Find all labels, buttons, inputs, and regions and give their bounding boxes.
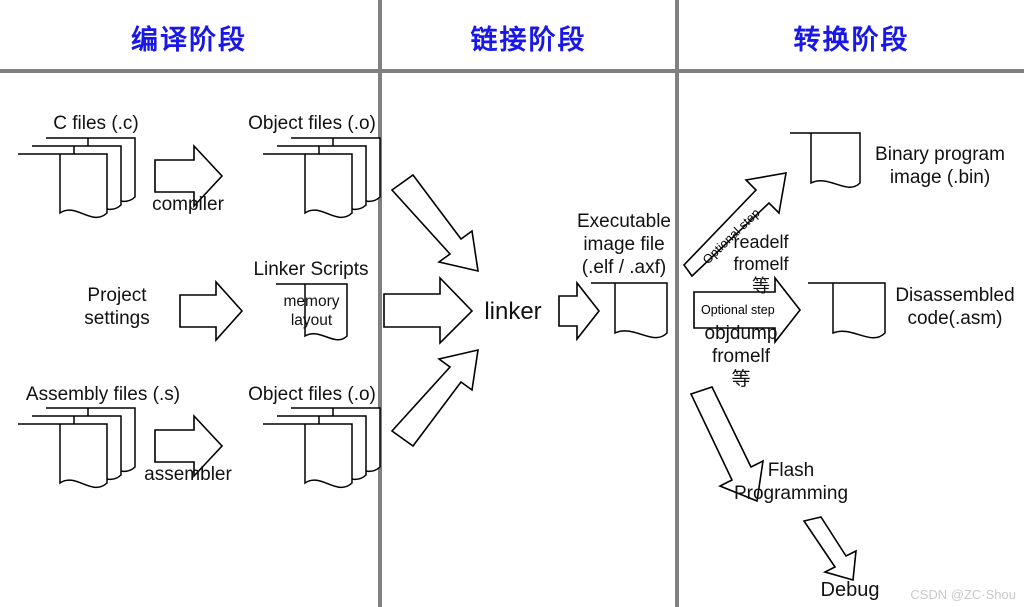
flash-programming-label: Flash Programming xyxy=(733,460,849,505)
memory-layout-label: memory layout xyxy=(283,293,340,330)
assembly-files-doc-stack xyxy=(18,407,136,489)
disassembled-code-label: Disassembled code(.asm) xyxy=(895,285,1015,330)
column-header-link: 链接阶段 xyxy=(470,25,587,56)
executable-image-label: Executable image file (.elf / .axf) xyxy=(576,211,671,279)
linker-to-executable-arrow xyxy=(558,280,601,342)
optional-step-horizontal-label: Optional step xyxy=(701,303,775,317)
object-files-doc-stack-bottom xyxy=(263,407,381,489)
column-divider-link-convert xyxy=(675,0,679,607)
column-header-compile: 编译阶段 xyxy=(131,25,247,56)
object-files-doc-stack-top xyxy=(263,137,381,219)
project-settings-arrow xyxy=(179,279,244,343)
objdump-tools-label: objdump fromelf 等 xyxy=(704,323,778,391)
assembly-files-label: Assembly files (.s) xyxy=(25,384,181,405)
compile-to-linker-arrow-lower xyxy=(390,348,479,448)
binary-program-image-label: Binary program image (.bin) xyxy=(875,144,1005,189)
readelf-tools-label: readelf fromelf 等 xyxy=(733,232,789,296)
header-divider-horizontal xyxy=(0,69,1024,73)
linker-scripts-label: Linker Scripts xyxy=(253,259,369,280)
column-header-convert: 转换阶段 xyxy=(793,25,910,56)
binary-image-doc xyxy=(790,132,861,188)
project-settings-label: Project settings xyxy=(84,285,150,330)
debug-arrow xyxy=(802,516,857,582)
compile-to-linker-arrow-upper xyxy=(390,173,479,273)
linker-label: linker xyxy=(484,298,542,325)
compiler-label: compiler xyxy=(152,194,224,215)
disassembled-code-doc xyxy=(808,282,886,339)
executable-image-doc xyxy=(591,282,668,339)
compile-to-linker-arrow-middle xyxy=(383,276,474,345)
diagram-canvas: 编译阶段 链接阶段 转换阶段 C files (.c) compiler Obj… xyxy=(0,0,1024,607)
c-files-doc-stack xyxy=(18,137,136,219)
object-files-top-label: Object files (.o) xyxy=(248,113,376,134)
assembler-label: assembler xyxy=(144,464,232,485)
c-files-label: C files (.c) xyxy=(53,113,139,134)
debug-label: Debug xyxy=(820,579,880,601)
object-files-bottom-label: Object files (.o) xyxy=(248,384,376,405)
column-divider-compile-link xyxy=(378,0,382,607)
csdn-watermark: CSDN @ZC·Shou xyxy=(910,587,1016,602)
